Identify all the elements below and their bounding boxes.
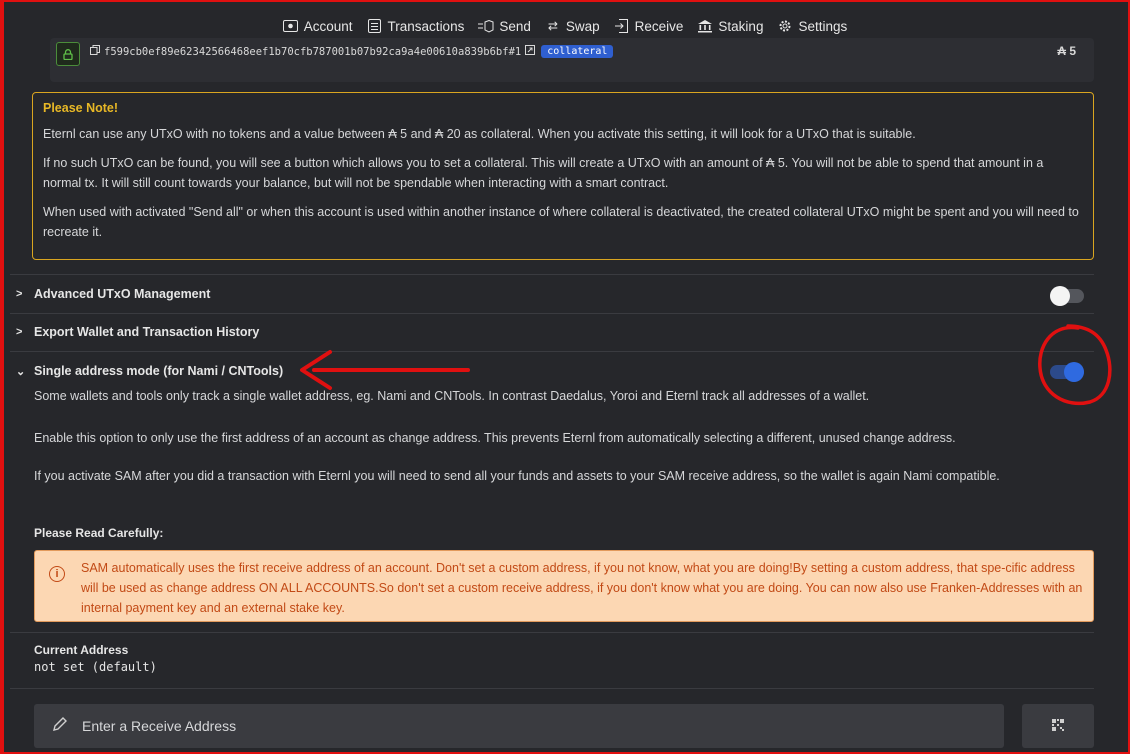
nav-item-staking[interactable]: Staking	[690, 16, 770, 36]
divider	[10, 351, 1094, 352]
info-icon: i	[49, 566, 65, 582]
lock-icon[interactable]	[56, 42, 80, 66]
receive-icon	[614, 19, 630, 33]
send-icon	[478, 19, 494, 33]
section-sam-label: Single address mode (for Nami / CNTools)	[34, 364, 284, 378]
annotation-arrow	[300, 350, 470, 390]
receive-address-input[interactable]	[80, 717, 964, 735]
section-export-label: Export Wallet and Transaction History	[34, 325, 260, 339]
qr-scan-button[interactable]	[1022, 704, 1094, 748]
section-advanced-utxo[interactable]: > Advanced UTxO Management	[16, 287, 210, 301]
toggle-knob	[1050, 286, 1070, 306]
sam-description-3: If you activate SAM after you did a tran…	[34, 469, 1000, 483]
divider	[10, 313, 1094, 314]
divider	[10, 274, 1094, 275]
nav-label-send: Send	[499, 18, 531, 34]
sam-warning-text: SAM automatically uses the first receive…	[81, 561, 1083, 615]
section-export[interactable]: > Export Wallet and Transaction History	[16, 325, 259, 339]
collateral-hash: f599cb0ef89e62342566468eef1b70cfb787001b…	[90, 45, 614, 58]
note-paragraph: Eternl can use any UTxO with no tokens a…	[43, 127, 916, 141]
nav-label-receive: Receive	[634, 18, 684, 34]
note-box: Please Note! Eternl can use any UTxO wit…	[32, 92, 1094, 260]
copy-icon[interactable]	[90, 45, 100, 58]
list-icon	[367, 19, 383, 33]
external-link-icon[interactable]	[525, 45, 536, 58]
nav-label-swap: Swap	[565, 18, 600, 34]
frame-edge	[0, 0, 4, 754]
pencil-icon	[52, 716, 68, 737]
nav-item-account[interactable]: Account	[276, 16, 360, 36]
collateral-badge: collateral	[541, 45, 614, 58]
swap-icon: ⇄	[547, 19, 558, 33]
sam-description-2: Enable this option to only use the first…	[34, 431, 956, 445]
chevron-right-icon: >	[16, 326, 23, 338]
sam-toggle[interactable]	[1050, 362, 1084, 382]
collateral-row: f599cb0ef89e62342566468eef1b70cfb787001b…	[50, 38, 1094, 82]
nav-label-account: Account	[303, 18, 353, 34]
qr-code-icon	[1052, 718, 1064, 734]
gear-icon	[777, 19, 793, 33]
bank-icon	[697, 19, 713, 33]
wallet-icon	[283, 19, 299, 33]
sam-description-1: Some wallets and tools only track a sing…	[34, 389, 870, 403]
chevron-right-icon: >	[16, 288, 23, 300]
receive-address-field[interactable]	[34, 704, 1004, 748]
current-address-label: Current Address	[34, 643, 129, 657]
nav-item-send[interactable]: Send	[471, 16, 538, 36]
nav-item-receive[interactable]: Receive	[607, 16, 691, 36]
read-carefully-title: Please Read Carefully:	[34, 526, 164, 540]
note-paragraph: If no such UTxO can be found, you will s…	[43, 156, 1044, 190]
section-advanced-label: Advanced UTxO Management	[34, 287, 211, 301]
divider	[10, 688, 1094, 689]
section-single-address-mode[interactable]: ⌄ Single address mode (for Nami / CNTool…	[16, 364, 283, 378]
current-address-value: not set (default)	[34, 660, 157, 674]
divider	[10, 632, 1094, 633]
nav-item-transactions[interactable]: Transactions	[360, 16, 472, 36]
nav-item-swap[interactable]: ⇄ Swap	[538, 16, 607, 36]
nav-label-transactions: Transactions	[387, 18, 465, 34]
collateral-hash-text: f599cb0ef89e62342566468eef1b70cfb787001b…	[104, 45, 522, 58]
chevron-down-icon: ⌄	[16, 365, 26, 378]
toggle-knob	[1064, 362, 1084, 382]
collateral-amount: ₳ 5	[1057, 44, 1076, 58]
note-paragraph: When used with activated "Send all" or w…	[43, 205, 1079, 239]
app-window: Account Transactions Send ⇄ Swap Receive	[0, 0, 1130, 754]
note-title: Please Note!	[43, 101, 119, 115]
sam-warning-box: i SAM automatically uses the first recei…	[34, 550, 1094, 622]
nav-item-settings[interactable]: Settings	[770, 16, 854, 40]
nav-label-staking: Staking	[718, 18, 764, 34]
advanced-utxo-toggle[interactable]	[1050, 286, 1084, 306]
nav-label-settings: Settings	[798, 18, 848, 34]
